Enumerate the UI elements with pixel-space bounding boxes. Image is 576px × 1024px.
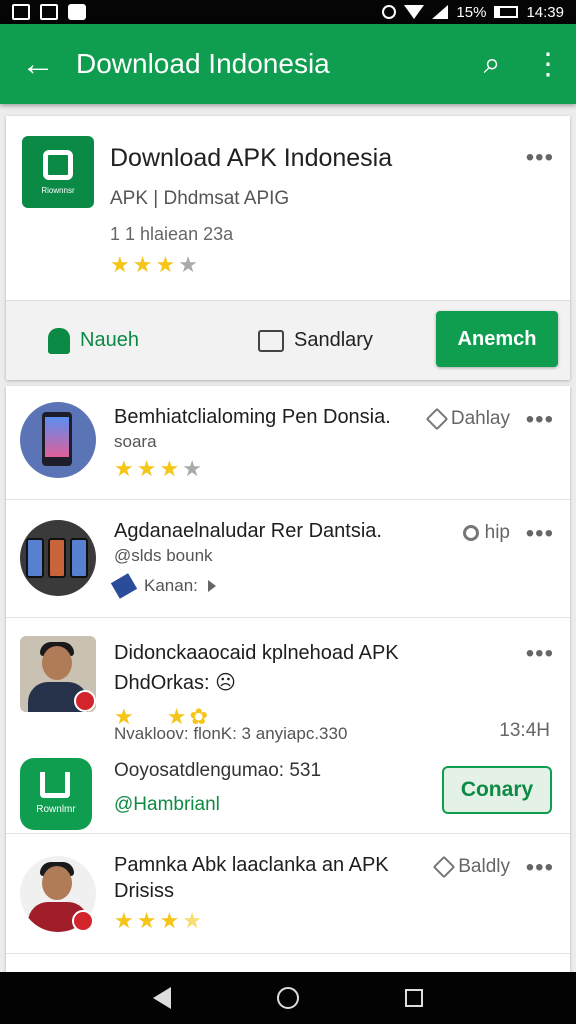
back-arrow-icon[interactable]: ← [0, 24, 76, 104]
devices-thumbnail [20, 520, 96, 596]
gallery-notification-icon [12, 4, 30, 20]
star-icon: ★ [159, 908, 180, 933]
featured-subtitle: APK | Dhdmsat APIG [110, 188, 290, 209]
star-icon: ★ [114, 456, 134, 481]
list-item-time: 13:4H [499, 720, 550, 741]
signal-icon [432, 5, 449, 19]
list-item-title-line2: DhdOrkas: ☹ [114, 672, 236, 694]
status-bar: 15% 14:39 [0, 0, 576, 24]
list-item-title: Agdanaelnaludar Rer Dantsia. [114, 520, 382, 542]
wifi-icon [404, 5, 425, 19]
star-icon: ★ [155, 252, 176, 277]
list-item[interactable]: Agdanaelnaludar Rer Dantsia. @slds bounk… [6, 500, 570, 618]
list-item-category-label: Kanan: [144, 576, 198, 595]
app-list: Bemhiatclialoming Pen Donsia. soara Dahl… [6, 386, 570, 972]
star-icon: ★ [132, 252, 153, 277]
list-item-side-label: Dahlay [450, 408, 510, 429]
list-item[interactable]: Didonckaaocaid kplnehoad APK DhdOrkas: ☹… [6, 618, 570, 834]
featured-meta: 1 1 hlaiean 23a [110, 224, 234, 244]
green-app-thumbnail: Rownlmr [20, 758, 92, 830]
battery-icon [494, 6, 519, 18]
app-bar-title: Download Indonesia [76, 48, 330, 79]
list-item-more-icon[interactable]: ••• [526, 408, 554, 432]
red-badge-icon [74, 690, 96, 712]
phone-thumbnail [20, 402, 96, 478]
image-notification-icon [40, 4, 58, 20]
share-icon [258, 329, 284, 352]
star-half-icon: ★ [178, 252, 198, 277]
star-icon: ★ [136, 908, 157, 933]
featured-rating: ★ ★ ★ ★ [110, 254, 198, 276]
red-badge-icon [72, 910, 94, 932]
open-button[interactable]: Conary [442, 766, 552, 814]
list-item-side-label: hip [484, 522, 510, 543]
pencil-icon [432, 855, 456, 879]
featured-app-card[interactable]: Riownnsr Download APK Indonesia ••• APK … [6, 116, 570, 380]
list-item[interactable]: Bemhiatclialoming Pen Donsia. soara Dahl… [6, 386, 570, 500]
list-item-rating: ★ ★ ★ ★ [114, 910, 202, 932]
search-icon[interactable]: ⌕ [464, 24, 520, 104]
install-button[interactable]: Anemch [436, 311, 558, 367]
list-item-title-line2: Drisiss [114, 880, 174, 902]
star-icon: ★ [136, 456, 157, 481]
list-item-subtitle: @Hambrianl [114, 794, 220, 815]
list-item-title: Pamnka Abk laaclanka an APK [114, 854, 389, 876]
list-item-side-label: Baldly [458, 856, 510, 877]
alarm-icon [382, 5, 397, 19]
tag-icon [110, 573, 138, 599]
star-icon: ★ [182, 456, 202, 481]
list-item-category[interactable]: Kanan: [110, 573, 216, 599]
android-action-label: Naueh [80, 329, 139, 351]
android-action-button[interactable]: Naueh [48, 327, 139, 354]
nav-recents-icon[interactable] [405, 989, 423, 1007]
list-item-title: Ooyosatdlengumao: 531 [114, 760, 322, 781]
featured-title: Download APK Indonesia [110, 144, 393, 172]
share-action-label: Sandlary [294, 329, 373, 351]
system-nav-bar [0, 972, 576, 1024]
share-action-button[interactable]: Sandlary [258, 329, 373, 352]
thumbnail-caption: Rownlmr [36, 804, 76, 815]
logo-caption: Riownnsr [41, 185, 75, 195]
list-item-more-icon[interactable]: ••• [526, 642, 554, 666]
clock: 14:39 [526, 3, 564, 21]
chat-notification-icon [68, 4, 86, 20]
list-item-title: Bemhiatclialoming Pen Donsia. [114, 406, 391, 428]
app-logo: Riownnsr [22, 136, 94, 208]
star-icon: ★ [159, 456, 180, 481]
star-icon: ★ [114, 908, 134, 933]
list-item-more-icon[interactable]: ••• [526, 522, 554, 546]
list-item-rating: ★ ★ ★ ★ [114, 458, 202, 480]
star-half-icon: ★ [182, 908, 202, 933]
overflow-menu-icon[interactable]: ⋮ [520, 24, 576, 104]
nav-back-icon[interactable] [153, 987, 171, 1009]
list-item-more-icon[interactable]: ••• [526, 856, 554, 880]
featured-more-icon[interactable]: ••• [526, 146, 554, 170]
list-item-subtitle: @slds bounk [114, 546, 213, 565]
list-item-side[interactable]: Baldly [432, 855, 510, 879]
logo-glyph-icon [43, 149, 73, 180]
featured-actions-bar: Naueh Sandlary Anemch [6, 300, 570, 380]
list-item-side[interactable]: Dahlay [425, 407, 510, 431]
nav-home-icon[interactable] [277, 987, 299, 1009]
pencil-icon [425, 407, 449, 431]
list-item[interactable]: Pamnka Abk laaclanka an APK Drisiss Bald… [6, 834, 570, 954]
android-icon [48, 327, 70, 354]
list-item-title: Didonckaaocaid kplnehoad APK [114, 642, 399, 664]
pin-icon [462, 525, 479, 541]
list-item-subtitle: soara [114, 432, 157, 451]
battery-percentage: 15% [456, 3, 487, 21]
play-icon [207, 580, 216, 592]
star-icon: ★ [110, 252, 130, 277]
list-item-side[interactable]: hip [462, 522, 510, 544]
app-bar: ← Download Indonesia ⌕ ⋮ [0, 24, 576, 104]
list-item-meta: Nvakloov: flonK: 3 anyiapc.330 [114, 724, 348, 743]
